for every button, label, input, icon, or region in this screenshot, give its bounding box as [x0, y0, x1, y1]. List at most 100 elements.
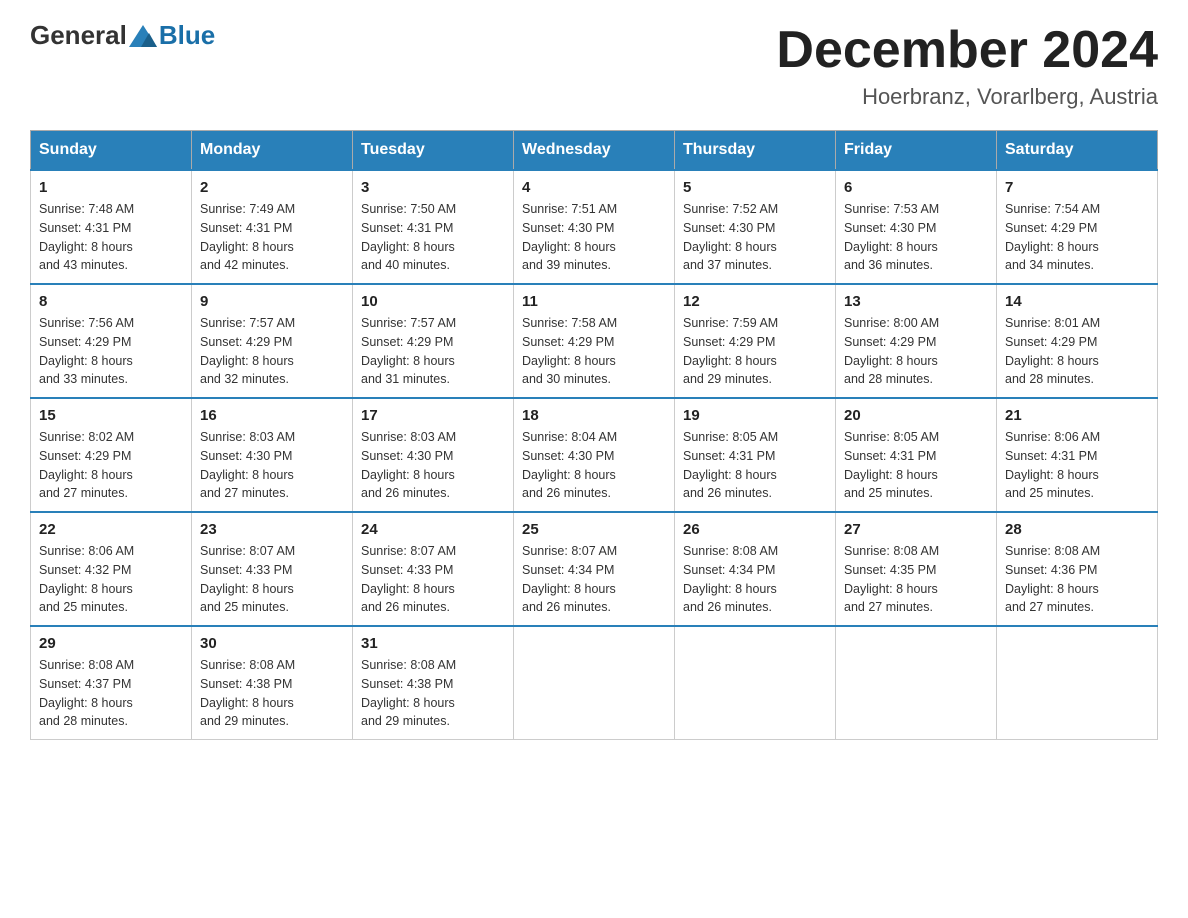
calendar-cell: 30 Sunrise: 8:08 AMSunset: 4:38 PMDayligh…: [192, 626, 353, 740]
col-header-friday: Friday: [836, 131, 997, 171]
calendar-cell: 15 Sunrise: 8:02 AMSunset: 4:29 PMDayligh…: [31, 398, 192, 512]
calendar-cell: 6 Sunrise: 7:53 AMSunset: 4:30 PMDaylight…: [836, 170, 997, 284]
calendar-cell: 24 Sunrise: 8:07 AMSunset: 4:33 PMDayligh…: [353, 512, 514, 626]
day-info: Sunrise: 7:57 AMSunset: 4:29 PMDaylight:…: [361, 314, 505, 389]
calendar-cell: 31 Sunrise: 8:08 AMSunset: 4:38 PMDayligh…: [353, 626, 514, 740]
day-number: 28: [1005, 521, 1149, 538]
calendar-cell: 26 Sunrise: 8:08 AMSunset: 4:34 PMDayligh…: [675, 512, 836, 626]
calendar-cell: 10Sunrise: 7:57 AMSunset: 4:29 PMDayligh…: [353, 284, 514, 398]
calendar-cell: 20 Sunrise: 8:05 AMSunset: 4:31 PMDayligh…: [836, 398, 997, 512]
calendar-cell: [997, 626, 1158, 740]
calendar-cell: 4 Sunrise: 7:51 AMSunset: 4:30 PMDaylight…: [514, 170, 675, 284]
day-info: Sunrise: 8:01 AMSunset: 4:29 PMDaylight:…: [1005, 314, 1149, 389]
day-number: 11: [522, 293, 666, 310]
day-number: 29: [39, 635, 183, 652]
day-number: 4: [522, 179, 666, 196]
day-info: Sunrise: 7:58 AMSunset: 4:29 PMDaylight:…: [522, 314, 666, 389]
calendar-cell: 16 Sunrise: 8:03 AMSunset: 4:30 PMDayligh…: [192, 398, 353, 512]
day-info: Sunrise: 7:56 AMSunset: 4:29 PMDaylight:…: [39, 314, 183, 389]
calendar-cell: 5 Sunrise: 7:52 AMSunset: 4:30 PMDaylight…: [675, 170, 836, 284]
day-info: Sunrise: 8:08 AMSunset: 4:37 PMDaylight:…: [39, 656, 183, 731]
day-info: Sunrise: 8:08 AMSunset: 4:35 PMDaylight:…: [844, 542, 988, 617]
day-number: 13: [844, 293, 988, 310]
calendar-cell: [675, 626, 836, 740]
day-number: 14: [1005, 293, 1149, 310]
week-row-2: 8 Sunrise: 7:56 AMSunset: 4:29 PMDaylight…: [31, 284, 1158, 398]
day-info: Sunrise: 8:08 AMSunset: 4:38 PMDaylight:…: [200, 656, 344, 731]
calendar-cell: 23 Sunrise: 8:07 AMSunset: 4:33 PMDayligh…: [192, 512, 353, 626]
day-number: 27: [844, 521, 988, 538]
day-info: Sunrise: 7:53 AMSunset: 4:30 PMDaylight:…: [844, 200, 988, 275]
day-number: 23: [200, 521, 344, 538]
calendar-cell: 27 Sunrise: 8:08 AMSunset: 4:35 PMDayligh…: [836, 512, 997, 626]
day-info: Sunrise: 8:03 AMSunset: 4:30 PMDaylight:…: [361, 428, 505, 503]
logo-icon: [129, 25, 157, 47]
week-row-1: 1Sunrise: 7:48 AMSunset: 4:31 PMDaylight…: [31, 170, 1158, 284]
day-info: Sunrise: 8:02 AMSunset: 4:29 PMDaylight:…: [39, 428, 183, 503]
calendar-cell: 29 Sunrise: 8:08 AMSunset: 4:37 PMDayligh…: [31, 626, 192, 740]
header-row: SundayMondayTuesdayWednesdayThursdayFrid…: [31, 131, 1158, 171]
calendar-cell: 2Sunrise: 7:49 AMSunset: 4:31 PMDaylight…: [192, 170, 353, 284]
day-number: 19: [683, 407, 827, 424]
day-info: Sunrise: 8:00 AMSunset: 4:29 PMDaylight:…: [844, 314, 988, 389]
calendar-cell: 19Sunrise: 8:05 AMSunset: 4:31 PMDayligh…: [675, 398, 836, 512]
day-info: Sunrise: 8:08 AMSunset: 4:34 PMDaylight:…: [683, 542, 827, 617]
day-number: 24: [361, 521, 505, 538]
logo: General Blue: [30, 20, 215, 51]
calendar-cell: 7Sunrise: 7:54 AMSunset: 4:29 PMDaylight…: [997, 170, 1158, 284]
day-number: 16: [200, 407, 344, 424]
week-row-3: 15 Sunrise: 8:02 AMSunset: 4:29 PMDayligh…: [31, 398, 1158, 512]
day-info: Sunrise: 7:59 AMSunset: 4:29 PMDaylight:…: [683, 314, 827, 389]
week-row-5: 29 Sunrise: 8:08 AMSunset: 4:37 PMDayligh…: [31, 626, 1158, 740]
day-number: 9: [200, 293, 344, 310]
day-info: Sunrise: 8:05 AMSunset: 4:31 PMDaylight:…: [844, 428, 988, 503]
calendar-table: SundayMondayTuesdayWednesdayThursdayFrid…: [30, 130, 1158, 740]
week-row-4: 22Sunrise: 8:06 AMSunset: 4:32 PMDayligh…: [31, 512, 1158, 626]
col-header-wednesday: Wednesday: [514, 131, 675, 171]
calendar-cell: 22Sunrise: 8:06 AMSunset: 4:32 PMDayligh…: [31, 512, 192, 626]
day-info: Sunrise: 8:08 AMSunset: 4:36 PMDaylight:…: [1005, 542, 1149, 617]
day-number: 15: [39, 407, 183, 424]
day-info: Sunrise: 8:06 AMSunset: 4:31 PMDaylight:…: [1005, 428, 1149, 503]
calendar-cell: 11 Sunrise: 7:58 AMSunset: 4:29 PMDayligh…: [514, 284, 675, 398]
col-header-thursday: Thursday: [675, 131, 836, 171]
day-number: 22: [39, 521, 183, 538]
day-number: 1: [39, 179, 183, 196]
calendar-cell: 28 Sunrise: 8:08 AMSunset: 4:36 PMDayligh…: [997, 512, 1158, 626]
calendar-cell: 3Sunrise: 7:50 AMSunset: 4:31 PMDaylight…: [353, 170, 514, 284]
day-info: Sunrise: 8:07 AMSunset: 4:33 PMDaylight:…: [361, 542, 505, 617]
page-header: General Blue December 2024 Hoerbranz, Vo…: [30, 20, 1158, 110]
day-number: 6: [844, 179, 988, 196]
day-info: Sunrise: 8:07 AMSunset: 4:34 PMDaylight:…: [522, 542, 666, 617]
day-number: 17: [361, 407, 505, 424]
calendar-cell: 9 Sunrise: 7:57 AMSunset: 4:29 PMDaylight…: [192, 284, 353, 398]
calendar-cell: 14 Sunrise: 8:01 AMSunset: 4:29 PMDayligh…: [997, 284, 1158, 398]
day-number: 18: [522, 407, 666, 424]
day-number: 30: [200, 635, 344, 652]
calendar-cell: 18 Sunrise: 8:04 AMSunset: 4:30 PMDayligh…: [514, 398, 675, 512]
logo-general-text: General: [30, 20, 127, 51]
title-area: December 2024 Hoerbranz, Vorarlberg, Aus…: [776, 20, 1158, 110]
day-number: 5: [683, 179, 827, 196]
day-info: Sunrise: 7:50 AMSunset: 4:31 PMDaylight:…: [361, 200, 505, 275]
col-header-sunday: Sunday: [31, 131, 192, 171]
day-number: 12: [683, 293, 827, 310]
day-number: 21: [1005, 407, 1149, 424]
day-number: 26: [683, 521, 827, 538]
day-number: 31: [361, 635, 505, 652]
day-number: 8: [39, 293, 183, 310]
day-info: Sunrise: 8:08 AMSunset: 4:38 PMDaylight:…: [361, 656, 505, 731]
day-info: Sunrise: 7:52 AMSunset: 4:30 PMDaylight:…: [683, 200, 827, 275]
calendar-cell: 1Sunrise: 7:48 AMSunset: 4:31 PMDaylight…: [31, 170, 192, 284]
day-number: 20: [844, 407, 988, 424]
calendar-cell: 8 Sunrise: 7:56 AMSunset: 4:29 PMDaylight…: [31, 284, 192, 398]
day-info: Sunrise: 7:51 AMSunset: 4:30 PMDaylight:…: [522, 200, 666, 275]
day-info: Sunrise: 8:07 AMSunset: 4:33 PMDaylight:…: [200, 542, 344, 617]
day-number: 7: [1005, 179, 1149, 196]
day-info: Sunrise: 8:03 AMSunset: 4:30 PMDaylight:…: [200, 428, 344, 503]
col-header-monday: Monday: [192, 131, 353, 171]
sub-title: Hoerbranz, Vorarlberg, Austria: [776, 84, 1158, 110]
day-info: Sunrise: 8:04 AMSunset: 4:30 PMDaylight:…: [522, 428, 666, 503]
day-info: Sunrise: 7:57 AMSunset: 4:29 PMDaylight:…: [200, 314, 344, 389]
day-number: 25: [522, 521, 666, 538]
